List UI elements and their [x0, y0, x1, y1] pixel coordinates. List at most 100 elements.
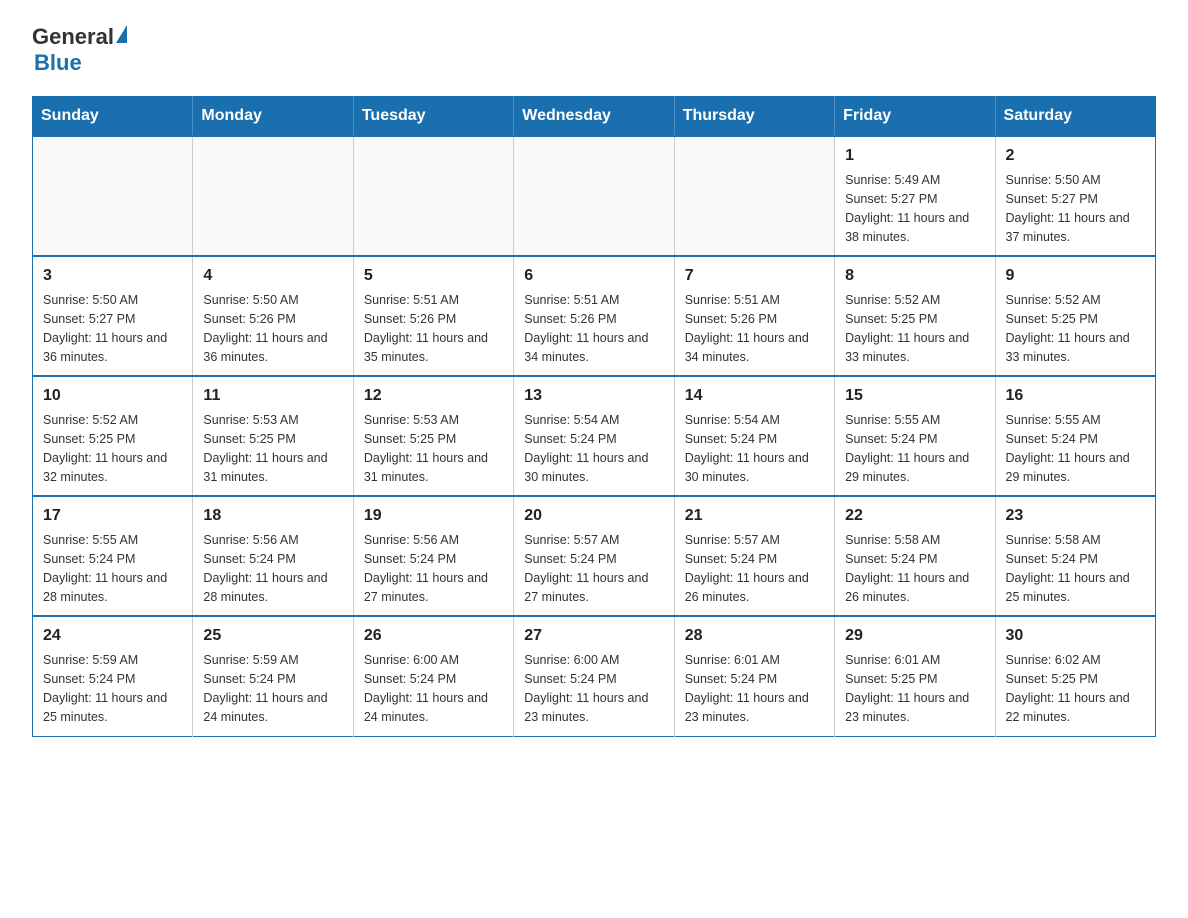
day-number: 7: [685, 265, 824, 287]
day-number: 15: [845, 385, 984, 407]
day-info: Sunrise: 5:55 AM Sunset: 5:24 PM Dayligh…: [1006, 411, 1145, 486]
day-number: 9: [1006, 265, 1145, 287]
calendar-week-row: 17 Sunrise: 5:55 AM Sunset: 5:24 PM Dayli…: [33, 496, 1156, 616]
day-header-tuesday: Tuesday: [353, 97, 513, 137]
day-info: Sunrise: 5:50 AM Sunset: 5:27 PM Dayligh…: [43, 291, 182, 366]
day-header-thursday: Thursday: [674, 97, 834, 137]
day-info: Sunrise: 5:55 AM Sunset: 5:24 PM Dayligh…: [43, 531, 182, 606]
calendar-cell: [33, 136, 193, 256]
day-number: 8: [845, 265, 984, 287]
calendar-cell: 18 Sunrise: 5:56 AM Sunset: 5:24 PM Dayli…: [193, 496, 353, 616]
day-number: 11: [203, 385, 342, 407]
day-info: Sunrise: 5:53 AM Sunset: 5:25 PM Dayligh…: [364, 411, 503, 486]
day-info: Sunrise: 5:55 AM Sunset: 5:24 PM Dayligh…: [845, 411, 984, 486]
day-number: 12: [364, 385, 503, 407]
logo: General Blue: [32, 24, 127, 76]
calendar-cell: 8Sunrise: 5:52 AM Sunset: 5:25 PM Daylig…: [835, 256, 995, 376]
calendar-cell: 9 Sunrise: 5:52 AM Sunset: 5:25 PM Daylig…: [995, 256, 1155, 376]
day-info: Sunrise: 5:51 AM Sunset: 5:26 PM Dayligh…: [524, 291, 663, 366]
calendar-cell: 23 Sunrise: 5:58 AM Sunset: 5:24 PM Dayli…: [995, 496, 1155, 616]
day-info: Sunrise: 5:52 AM Sunset: 5:25 PM Dayligh…: [1006, 291, 1145, 366]
calendar-cell: 6 Sunrise: 5:51 AM Sunset: 5:26 PM Daylig…: [514, 256, 674, 376]
calendar-cell: 26 Sunrise: 6:00 AM Sunset: 5:24 PM Dayli…: [353, 616, 513, 736]
calendar-cell: 14 Sunrise: 5:54 AM Sunset: 5:24 PM Dayli…: [674, 376, 834, 496]
day-number: 16: [1006, 385, 1145, 407]
day-info: Sunrise: 5:51 AM Sunset: 5:26 PM Dayligh…: [364, 291, 503, 366]
day-number: 3: [43, 265, 182, 287]
day-info: Sunrise: 5:52 AM Sunset: 5:25 PM Dayligh…: [43, 411, 182, 486]
calendar-week-row: 3 Sunrise: 5:50 AM Sunset: 5:27 PM Daylig…: [33, 256, 1156, 376]
calendar-cell: 16 Sunrise: 5:55 AM Sunset: 5:24 PM Dayli…: [995, 376, 1155, 496]
calendar-cell: 2 Sunrise: 5:50 AM Sunset: 5:27 PM Daylig…: [995, 136, 1155, 256]
calendar-cell: [674, 136, 834, 256]
day-info: Sunrise: 5:54 AM Sunset: 5:24 PM Dayligh…: [685, 411, 824, 486]
day-number: 19: [364, 505, 503, 527]
day-number: 29: [845, 625, 984, 647]
day-number: 13: [524, 385, 663, 407]
day-number: 23: [1006, 505, 1145, 527]
day-info: Sunrise: 6:02 AM Sunset: 5:25 PM Dayligh…: [1006, 651, 1145, 726]
calendar-week-row: 24Sunrise: 5:59 AM Sunset: 5:24 PM Dayli…: [33, 616, 1156, 736]
calendar-cell: 13 Sunrise: 5:54 AM Sunset: 5:24 PM Dayli…: [514, 376, 674, 496]
day-info: Sunrise: 5:59 AM Sunset: 5:24 PM Dayligh…: [43, 651, 182, 726]
day-number: 28: [685, 625, 824, 647]
logo-general-text: General: [32, 24, 114, 50]
calendar-cell: [514, 136, 674, 256]
day-info: Sunrise: 5:50 AM Sunset: 5:26 PM Dayligh…: [203, 291, 342, 366]
day-info: Sunrise: 5:57 AM Sunset: 5:24 PM Dayligh…: [685, 531, 824, 606]
day-header-friday: Friday: [835, 97, 995, 137]
day-number: 2: [1006, 145, 1145, 167]
day-number: 10: [43, 385, 182, 407]
calendar-cell: 12 Sunrise: 5:53 AM Sunset: 5:25 PM Dayli…: [353, 376, 513, 496]
page-header: General Blue: [32, 24, 1156, 76]
calendar-cell: 19 Sunrise: 5:56 AM Sunset: 5:24 PM Dayli…: [353, 496, 513, 616]
logo-blue-text: Blue: [34, 50, 82, 76]
day-number: 17: [43, 505, 182, 527]
day-header-wednesday: Wednesday: [514, 97, 674, 137]
day-info: Sunrise: 5:50 AM Sunset: 5:27 PM Dayligh…: [1006, 171, 1145, 246]
day-number: 20: [524, 505, 663, 527]
calendar-cell: 17 Sunrise: 5:55 AM Sunset: 5:24 PM Dayli…: [33, 496, 193, 616]
day-number: 5: [364, 265, 503, 287]
calendar-cell: 20 Sunrise: 5:57 AM Sunset: 5:24 PM Dayli…: [514, 496, 674, 616]
day-info: Sunrise: 5:58 AM Sunset: 5:24 PM Dayligh…: [1006, 531, 1145, 606]
day-header-saturday: Saturday: [995, 97, 1155, 137]
day-info: Sunrise: 6:00 AM Sunset: 5:24 PM Dayligh…: [524, 651, 663, 726]
calendar-cell: 3 Sunrise: 5:50 AM Sunset: 5:27 PM Daylig…: [33, 256, 193, 376]
day-number: 18: [203, 505, 342, 527]
day-header-sunday: Sunday: [33, 97, 193, 137]
calendar-cell: 28 Sunrise: 6:01 AM Sunset: 5:24 PM Dayli…: [674, 616, 834, 736]
calendar-cell: 15 Sunrise: 5:55 AM Sunset: 5:24 PM Dayli…: [835, 376, 995, 496]
day-number: 22: [845, 505, 984, 527]
calendar-cell: 22Sunrise: 5:58 AM Sunset: 5:24 PM Dayli…: [835, 496, 995, 616]
day-info: Sunrise: 5:54 AM Sunset: 5:24 PM Dayligh…: [524, 411, 663, 486]
calendar-cell: 10 Sunrise: 5:52 AM Sunset: 5:25 PM Dayli…: [33, 376, 193, 496]
day-number: 1: [845, 145, 984, 167]
day-number: 30: [1006, 625, 1145, 647]
calendar-cell: 11 Sunrise: 5:53 AM Sunset: 5:25 PM Dayli…: [193, 376, 353, 496]
day-info: Sunrise: 6:01 AM Sunset: 5:25 PM Dayligh…: [845, 651, 984, 726]
day-number: 27: [524, 625, 663, 647]
day-number: 26: [364, 625, 503, 647]
day-header-monday: Monday: [193, 97, 353, 137]
calendar-cell: 1Sunrise: 5:49 AM Sunset: 5:27 PM Daylig…: [835, 136, 995, 256]
calendar-cell: 27 Sunrise: 6:00 AM Sunset: 5:24 PM Dayli…: [514, 616, 674, 736]
day-info: Sunrise: 6:01 AM Sunset: 5:24 PM Dayligh…: [685, 651, 824, 726]
day-info: Sunrise: 5:56 AM Sunset: 5:24 PM Dayligh…: [364, 531, 503, 606]
calendar-cell: 7 Sunrise: 5:51 AM Sunset: 5:26 PM Daylig…: [674, 256, 834, 376]
day-info: Sunrise: 5:56 AM Sunset: 5:24 PM Dayligh…: [203, 531, 342, 606]
calendar-week-row: 1Sunrise: 5:49 AM Sunset: 5:27 PM Daylig…: [33, 136, 1156, 256]
calendar-cell: [353, 136, 513, 256]
day-info: Sunrise: 5:51 AM Sunset: 5:26 PM Dayligh…: [685, 291, 824, 366]
day-number: 14: [685, 385, 824, 407]
day-number: 21: [685, 505, 824, 527]
calendar-header-row: SundayMondayTuesdayWednesdayThursdayFrid…: [33, 97, 1156, 137]
logo-triangle-icon: [116, 25, 127, 43]
calendar-cell: 30 Sunrise: 6:02 AM Sunset: 5:25 PM Dayli…: [995, 616, 1155, 736]
day-info: Sunrise: 5:57 AM Sunset: 5:24 PM Dayligh…: [524, 531, 663, 606]
day-number: 6: [524, 265, 663, 287]
calendar-table: SundayMondayTuesdayWednesdayThursdayFrid…: [32, 96, 1156, 737]
day-info: Sunrise: 5:53 AM Sunset: 5:25 PM Dayligh…: [203, 411, 342, 486]
day-info: Sunrise: 6:00 AM Sunset: 5:24 PM Dayligh…: [364, 651, 503, 726]
calendar-cell: 5 Sunrise: 5:51 AM Sunset: 5:26 PM Daylig…: [353, 256, 513, 376]
